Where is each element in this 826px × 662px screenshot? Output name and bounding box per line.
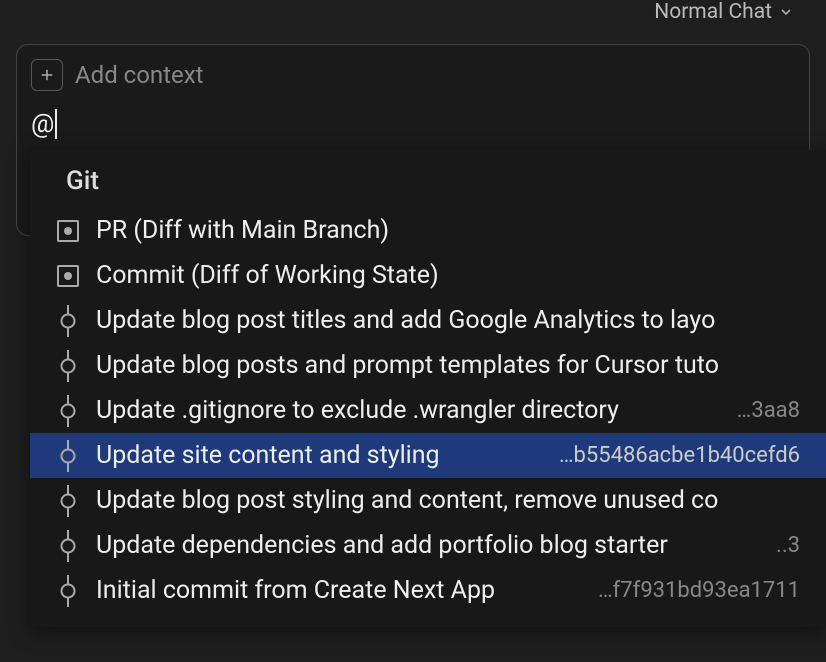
commit-icon: [56, 579, 80, 603]
commit-hash: ..3: [776, 533, 800, 558]
mode-selector[interactable]: Normal Chat: [654, 0, 794, 24]
dropdown-item-label: Update blog post titles and add Google A…: [96, 306, 715, 335]
commit-icon: [56, 534, 80, 558]
dropdown-item[interactable]: PR (Diff with Main Branch): [30, 208, 826, 253]
dropdown-item[interactable]: Commit (Diff of Working State): [30, 253, 826, 298]
dropdown-item-label: Initial commit from Create Next App: [96, 576, 495, 605]
add-context-placeholder[interactable]: Add context: [75, 61, 204, 89]
text-cursor: [55, 109, 57, 139]
dropdown-item[interactable]: Update dependencies and add portfolio bl…: [30, 523, 826, 568]
commit-hash: …3aa8: [737, 398, 800, 423]
commit-icon: [56, 444, 80, 468]
context-dropdown: Git PR (Diff with Main Branch) Commit (Di…: [30, 150, 826, 627]
add-context-button[interactable]: [31, 59, 63, 91]
dropdown-item[interactable]: Update blog post styling and content, re…: [30, 478, 826, 523]
mode-label: Normal Chat: [654, 0, 772, 24]
context-row: Add context: [31, 59, 795, 91]
dropdown-item-label: Update site content and styling: [96, 441, 440, 470]
commit-icon: [56, 354, 80, 378]
commit-icon: [56, 399, 80, 423]
dropdown-item-label: Update blog post styling and content, re…: [96, 486, 718, 515]
commit-icon: [56, 309, 80, 333]
diff-icon: [56, 264, 80, 288]
dropdown-section-header: Git: [30, 158, 826, 208]
dropdown-item[interactable]: Update blog posts and prompt templates f…: [30, 343, 826, 388]
dropdown-item[interactable]: Initial commit from Create Next App …f7f9…: [30, 568, 826, 613]
input-typed-text: @: [31, 109, 54, 139]
chat-input[interactable]: @: [31, 109, 795, 139]
commit-hash: …f7f931bd93ea1711: [598, 578, 800, 603]
dropdown-item[interactable]: Update site content and styling …b55486ac…: [30, 433, 826, 478]
dropdown-item[interactable]: Update blog post titles and add Google A…: [30, 298, 826, 343]
dropdown-item-label: Commit (Diff of Working State): [96, 261, 439, 290]
dropdown-item-label: PR (Diff with Main Branch): [96, 216, 389, 245]
commit-hash: …b55486acbe1b40cefd6: [559, 443, 800, 468]
diff-icon: [56, 219, 80, 243]
chevron-down-icon: [778, 4, 794, 20]
dropdown-item-label: Update blog posts and prompt templates f…: [96, 351, 719, 380]
commit-icon: [56, 489, 80, 513]
dropdown-item-label: Update .gitignore to exclude .wrangler d…: [96, 396, 619, 425]
dropdown-item-label: Update dependencies and add portfolio bl…: [96, 531, 668, 560]
plus-icon: [38, 66, 56, 84]
dropdown-item[interactable]: Update .gitignore to exclude .wrangler d…: [30, 388, 826, 433]
